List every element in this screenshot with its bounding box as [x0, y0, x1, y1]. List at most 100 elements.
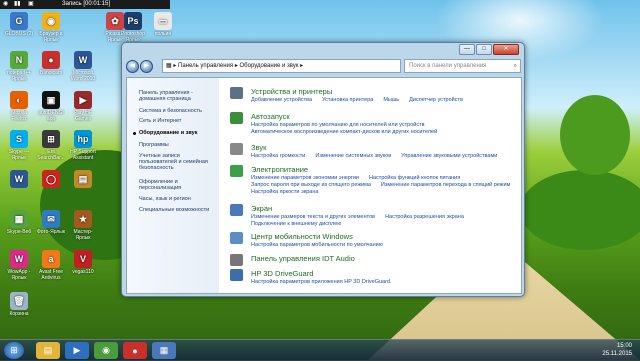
- desktop-icon-label: Ent SearchBar...: [37, 149, 65, 161]
- current-bullet-icon: [133, 132, 136, 135]
- camera-icon[interactable]: ▣: [28, 0, 34, 9]
- desktop-icon[interactable]: ▣ autoDENGI app: [36, 91, 66, 122]
- desktop-icon[interactable]: ▤: [68, 170, 98, 189]
- app-icon: Ps: [124, 12, 142, 30]
- task-link[interactable]: Настройка параметров мобильности по умол…: [251, 242, 383, 248]
- desktop-icon[interactable]: Nnotepad++ Ярлык: [4, 51, 34, 82]
- task-link[interactable]: Диспетчер устройств: [409, 97, 463, 103]
- task-link[interactable]: Настройка функций кнопок питания: [369, 175, 460, 181]
- sidebar-link[interactable]: Сеть и Интернет: [139, 118, 217, 124]
- task-link[interactable]: Изменение параметров экономии энергии: [251, 175, 359, 181]
- app-icon: ▶: [74, 91, 92, 109]
- record-icon[interactable]: ◉: [3, 0, 8, 9]
- task-link[interactable]: Добавление устройства: [251, 97, 312, 103]
- app-icon: a: [42, 250, 60, 268]
- back-button[interactable]: ◀: [126, 60, 139, 73]
- category-title[interactable]: HP 3D DriveGuard: [251, 269, 313, 278]
- minimize-button[interactable]: —: [459, 44, 475, 55]
- task-link[interactable]: Изменение размеров текста и других элеме…: [251, 214, 375, 220]
- sidebar-link[interactable]: Оборудование и звук: [133, 130, 217, 136]
- desktop-icon[interactable]: S Skype — Ярлык: [4, 130, 34, 161]
- desktop-icon[interactable]: W: [4, 170, 34, 189]
- taskbar-bandicam-icon[interactable]: ●: [123, 342, 147, 359]
- address-bar[interactable]: ▦ ▸ Панель управления ▸ Оборудование и з…: [162, 59, 401, 73]
- desktop-icon[interactable]: ★ Мастер-Ярлык: [68, 210, 98, 241]
- desktop-icon[interactable]: ◐ Mozilla Firefox: [4, 91, 34, 122]
- sidebar-link[interactable]: Программы: [139, 142, 217, 148]
- content-pane: Панель управления - домашняя страница Сис…: [126, 77, 522, 294]
- pause-icon[interactable]: ▮▮: [14, 0, 21, 9]
- desktop-icon[interactable]: ▦ Skype-Веб: [4, 210, 34, 235]
- sidebar-link[interactable]: Система и безопасность: [139, 108, 217, 114]
- task-link[interactable]: Подключение к внешнему дисплею: [251, 221, 341, 227]
- task-link[interactable]: Изменение системных звуков: [315, 153, 391, 159]
- desktop-icon-label: GLOBUS (2): [4, 31, 34, 37]
- app-icon: ▤: [74, 170, 92, 188]
- desktop-icon[interactable]: G GLOBUS (2): [4, 12, 34, 37]
- task-link[interactable]: Настройка разрешения экрана: [385, 214, 464, 220]
- task-link[interactable]: Запрос пароля при выходе из спящего режи…: [251, 182, 371, 188]
- close-button[interactable]: ✕: [493, 44, 519, 55]
- category-icon: [230, 87, 243, 99]
- category-title[interactable]: Устройства и принтеры: [251, 87, 332, 96]
- app-icon: W: [74, 51, 92, 69]
- sidebar-link[interactable]: Часы, язык и регион: [139, 196, 217, 202]
- desktop-icon[interactable]: ✉ Фото-Ярлык: [36, 210, 66, 235]
- app-icon: ◯: [42, 170, 60, 188]
- desktop-icon[interactable]: W WowApp - Ярлык: [4, 250, 34, 281]
- search-icon[interactable]: ⌕: [514, 60, 517, 72]
- desktop-icon[interactable]: hp HP Support Assistant: [68, 130, 98, 161]
- desktop-icon[interactable]: ◉ Браузер в Ярлык: [36, 12, 66, 43]
- app-icon: ●: [42, 51, 60, 69]
- task-link[interactable]: Мышь: [383, 97, 399, 103]
- desktop-icon[interactable]: Vvegas110: [68, 250, 98, 275]
- task-link[interactable]: Настройка параметров по умолчанию для но…: [251, 122, 425, 128]
- category-title[interactable]: Панель управления IDT Audio: [251, 254, 355, 263]
- taskbar-chrome-icon[interactable]: ◉: [94, 342, 118, 359]
- category-title[interactable]: Центр мобильности Windows: [251, 232, 353, 241]
- desktop-icon[interactable]: W Microsoft Word 2010: [68, 51, 98, 82]
- task-link[interactable]: Автоматическое воспроизведение компакт-д…: [251, 129, 437, 135]
- sidebar-link[interactable]: Специальные возможности: [139, 207, 217, 213]
- category-title[interactable]: Звук: [251, 143, 266, 152]
- desktop-icon-label: Bandicam: [39, 70, 63, 76]
- taskbar-media-icon[interactable]: ▶: [65, 342, 89, 359]
- desktop-icon[interactable]: ⊞ Ent SearchBar...: [36, 130, 66, 161]
- task-link[interactable]: Изменение параметров перехода в спящий р…: [381, 182, 510, 188]
- forward-button[interactable]: ▶: [140, 60, 153, 73]
- start-button[interactable]: ⊞: [4, 342, 24, 359]
- taskbar-control-panel-icon[interactable]: ▦: [152, 342, 176, 359]
- sidebar-link[interactable]: Панель управления - домашняя страница: [139, 90, 217, 102]
- desktop-icon[interactable]: 🗑 Корзина: [4, 292, 34, 317]
- desktop-icon[interactable]: ● Bandicam: [36, 51, 66, 76]
- app-icon: ▣: [42, 91, 60, 109]
- desktop-icon-label: vegas110: [72, 269, 94, 275]
- task-link[interactable]: Настройка громкости: [251, 153, 305, 159]
- category-title[interactable]: Экран: [251, 204, 272, 213]
- search-input[interactable]: Поиск в панели управления ⌕: [404, 59, 521, 73]
- task-links-row: Запрос пароля при выходе из спящего режи…: [251, 182, 520, 188]
- desktop-icon[interactable]: a Avast Free Antivirus: [36, 250, 66, 281]
- desktop-icon[interactable]: ◯: [36, 170, 66, 189]
- task-link[interactable]: Установка принтера: [322, 97, 373, 103]
- category-icon: [230, 232, 243, 244]
- app-icon: ✉: [42, 210, 60, 228]
- desktop-icon-label: Skype-Веб: [6, 229, 32, 235]
- task-links-row: Настройка параметров по умолчанию для но…: [251, 122, 435, 128]
- sidebar-link[interactable]: Учетные записи пользователей и семейная …: [139, 153, 217, 171]
- taskbar-folder-icon[interactable]: ▤: [36, 342, 60, 359]
- desktop-icon[interactable]: ▭ польин: [148, 12, 178, 37]
- task-link[interactable]: Управление звуковыми устройствами: [401, 153, 497, 159]
- desktop-icon[interactable]: ▶ Play HF Games: [68, 91, 98, 122]
- breadcrumb-item[interactable]: Панель управления: [178, 63, 233, 69]
- clock[interactable]: 15:00 25.11.2015: [602, 342, 632, 358]
- desktop-icon[interactable]: Ps Photoshop Ярлык: [118, 12, 148, 43]
- sidebar-link[interactable]: Оформление и персонализация: [139, 179, 217, 191]
- breadcrumb-item[interactable]: Оборудование и звук: [240, 63, 299, 69]
- task-link[interactable]: Настройка яркости экрана: [251, 189, 318, 195]
- category-title[interactable]: Автозапуск: [251, 112, 290, 121]
- task-link[interactable]: Настройка параметров приложения HP 3D Dr…: [251, 279, 392, 285]
- category-title[interactable]: Электропитание: [251, 165, 308, 174]
- maximize-button[interactable]: □: [476, 44, 492, 55]
- search-placeholder: Поиск в панели управления: [409, 63, 487, 69]
